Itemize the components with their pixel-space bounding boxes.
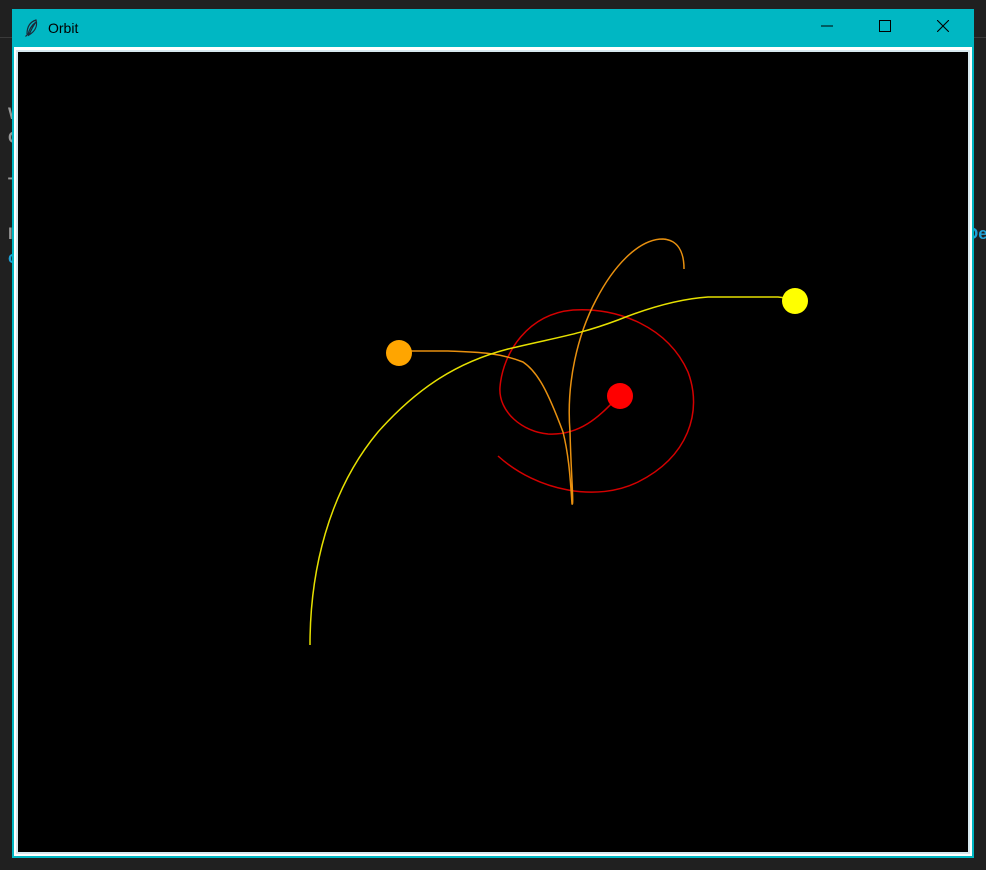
orbit-scene: [309, 238, 808, 646]
close-icon: [936, 19, 950, 37]
title-bar[interactable]: Orbit: [12, 9, 974, 47]
red-body: [607, 383, 633, 409]
yellow-body: [782, 288, 808, 314]
minimize-button[interactable]: [798, 9, 856, 47]
window-title: Orbit: [48, 20, 79, 36]
red-body-trail: [497, 308, 695, 493]
minimize-icon: [821, 19, 833, 37]
orange-body-trail: [400, 238, 685, 505]
orbit-window: Orbit: [12, 9, 974, 858]
yellow-body-trail: [309, 296, 796, 646]
close-button[interactable]: [914, 9, 972, 47]
window-client-area: [14, 47, 972, 856]
maximize-icon: [879, 19, 891, 37]
orbit-canvas: [16, 50, 970, 854]
maximize-button[interactable]: [856, 9, 914, 47]
feather-icon: [24, 19, 40, 37]
orange-body: [386, 340, 412, 366]
